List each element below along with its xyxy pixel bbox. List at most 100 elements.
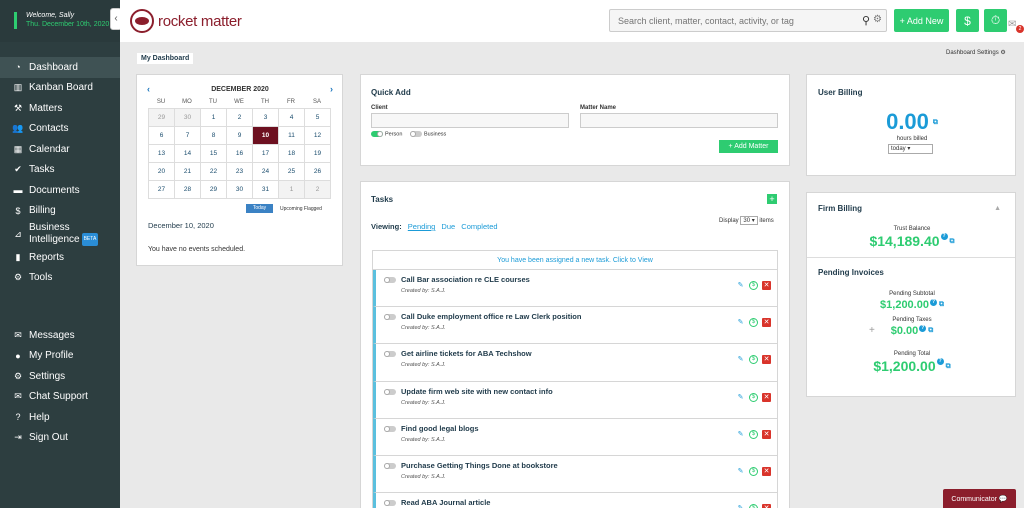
sidebar-item-tools[interactable]: ⚙ Tools (0, 268, 120, 289)
edit-pencil-icon[interactable]: ✎ (736, 504, 745, 508)
external-link-icon[interactable]: ⧉ (933, 119, 938, 126)
filter-due[interactable]: Due (441, 222, 455, 231)
bill-dollar-icon[interactable]: $ (749, 466, 758, 476)
task-title[interactable]: Call Duke employment office re Law Clerk… (401, 312, 581, 321)
edit-pencil-icon[interactable]: ✎ (736, 281, 745, 290)
edit-pencil-icon[interactable]: ✎ (736, 355, 745, 364)
search-input[interactable] (610, 10, 850, 31)
external-link-icon[interactable]: ⧉ (928, 327, 933, 334)
sidebar-item-my-profile[interactable]: ● My Profile (0, 346, 120, 367)
task-row[interactable]: Get airline tickets for ABA Techshow Crea… (373, 344, 777, 382)
delete-x-icon[interactable]: ✕ (762, 504, 771, 508)
calendar-day[interactable]: 16 (226, 144, 253, 163)
calendar-day[interactable]: 7 (174, 126, 201, 145)
today-button[interactable]: Today (246, 204, 273, 213)
delete-x-icon[interactable]: ✕ (762, 466, 771, 476)
search-icon[interactable]: ⚲ (862, 14, 870, 27)
bill-dollar-icon[interactable]: $ (749, 318, 758, 328)
calendar-day[interactable]: 1 (200, 108, 227, 127)
external-link-icon[interactable]: ⧉ (946, 363, 951, 370)
task-row[interactable]: Purchase Getting Things Done at bookstor… (373, 455, 777, 494)
calendar-day[interactable]: 14 (174, 144, 201, 163)
calendar-day[interactable]: 21 (174, 162, 201, 181)
task-complete-toggle[interactable] (384, 425, 396, 432)
info-icon[interactable]: ? (940, 233, 948, 240)
sidebar-item-help[interactable]: ? Help (0, 407, 120, 428)
sidebar-item-reports[interactable]: ▮ Reports (0, 247, 120, 268)
search-settings-gear-icon[interactable]: ⚙ (873, 14, 882, 25)
bill-dollar-icon[interactable]: $ (749, 392, 758, 402)
calendar-day[interactable]: 30 (174, 108, 201, 127)
calendar-day[interactable]: 29 (200, 180, 227, 199)
calendar-day[interactable]: 27 (148, 180, 175, 199)
calendar-day[interactable]: 11 (278, 126, 305, 145)
bill-dollar-icon[interactable]: $ (749, 281, 758, 290)
task-complete-toggle[interactable] (384, 314, 396, 321)
edit-pencil-icon[interactable]: ✎ (736, 393, 745, 402)
display-count-select[interactable]: 30 ▾ (740, 216, 758, 225)
timer-button[interactable]: ⏱ (984, 9, 1007, 32)
calendar-day-today[interactable]: 10 (252, 126, 279, 145)
task-row[interactable]: Call Duke employment office re Law Clerk… (373, 307, 777, 345)
sidebar-item-matters[interactable]: ⚒ Matters (0, 98, 120, 119)
add-task-button[interactable]: + (767, 194, 777, 204)
calendar-day[interactable]: 17 (252, 144, 279, 163)
calendar-day[interactable]: 22 (200, 162, 227, 181)
next-month-button[interactable]: › (330, 85, 333, 94)
messages-button[interactable]: ✉ 2 (1008, 19, 1024, 33)
filter-completed[interactable]: Completed (461, 222, 497, 231)
sidebar-item-documents[interactable]: ▬ Documents (0, 180, 120, 201)
task-title[interactable]: Call Bar association re CLE courses (401, 275, 530, 284)
tab-my-dashboard[interactable]: My Dashboard (137, 53, 194, 64)
task-complete-toggle[interactable] (384, 388, 396, 395)
dashboard-settings-link[interactable]: Dashboard Settings ⚙ (946, 49, 1006, 56)
delete-x-icon[interactable]: ✕ (762, 392, 771, 402)
edit-pencil-icon[interactable]: ✎ (736, 430, 745, 439)
add-matter-button[interactable]: + Add Matter (719, 140, 778, 153)
calendar-day[interactable]: 20 (148, 162, 175, 181)
info-icon[interactable]: ? (936, 358, 944, 365)
task-title[interactable]: Find good legal blogs (401, 424, 479, 433)
calendar-day[interactable]: 23 (226, 162, 253, 181)
calendar-day[interactable]: 15 (200, 144, 227, 163)
external-link-icon[interactable]: ⧉ (939, 301, 944, 308)
calendar-day[interactable]: 5 (304, 108, 331, 127)
sidebar-item-kanban-board[interactable]: ▥ Kanban Board (0, 78, 120, 99)
calendar-day[interactable]: 4 (278, 108, 305, 127)
sidebar-item-messages[interactable]: ✉ Messages (0, 325, 120, 346)
calendar-day[interactable]: 3 (252, 108, 279, 127)
task-complete-toggle[interactable] (384, 500, 396, 507)
calendar-day[interactable]: 1 (278, 180, 305, 199)
filter-pending[interactable]: Pending (408, 222, 436, 231)
add-new-button[interactable]: + Add New (894, 9, 949, 32)
edit-pencil-icon[interactable]: ✎ (736, 467, 745, 476)
task-title[interactable]: Update firm web site with new contact in… (401, 387, 553, 396)
calendar-day[interactable]: 18 (278, 144, 305, 163)
task-row[interactable]: Read ABA Journal article ✎ $ ✕ (373, 493, 777, 508)
task-title[interactable]: Read ABA Journal article (401, 498, 490, 507)
task-complete-toggle[interactable] (384, 462, 396, 469)
sidebar-item-billing[interactable]: $ Billing (0, 201, 120, 222)
calendar-day[interactable]: 31 (252, 180, 279, 199)
logo[interactable]: rocket matter (130, 9, 242, 33)
external-link-icon[interactable]: ⧉ (950, 238, 955, 245)
calendar-day[interactable]: 19 (304, 144, 331, 163)
calendar-day[interactable]: 25 (278, 162, 305, 181)
sidebar-item-business-intelligence[interactable]: ⊿ Business Intelligence BETA (0, 221, 120, 247)
calendar-day[interactable]: 29 (148, 108, 175, 127)
sidebar-item-dashboard[interactable]: ◔ Dashboard (0, 57, 120, 78)
delete-x-icon[interactable]: ✕ (762, 318, 771, 328)
edit-pencil-icon[interactable]: ✎ (736, 318, 745, 327)
prev-month-button[interactable]: ‹ (147, 85, 150, 94)
task-row[interactable]: Call Bar association re CLE courses Creat… (373, 270, 777, 308)
person-toggle[interactable] (371, 131, 383, 137)
task-complete-toggle[interactable] (384, 277, 396, 283)
collapse-caret-icon[interactable]: ▲ (994, 205, 1001, 212)
calendar-day[interactable]: 26 (304, 162, 331, 181)
billing-dollar-button[interactable]: $ (956, 9, 979, 32)
upcoming-flagged-button[interactable]: Upcoming Flagged (280, 206, 322, 212)
delete-x-icon[interactable]: ✕ (762, 281, 771, 290)
calendar-day[interactable]: 2 (226, 108, 253, 127)
calendar-day[interactable]: 30 (226, 180, 253, 199)
sidebar-item-calendar[interactable]: ▦ Calendar (0, 139, 120, 160)
